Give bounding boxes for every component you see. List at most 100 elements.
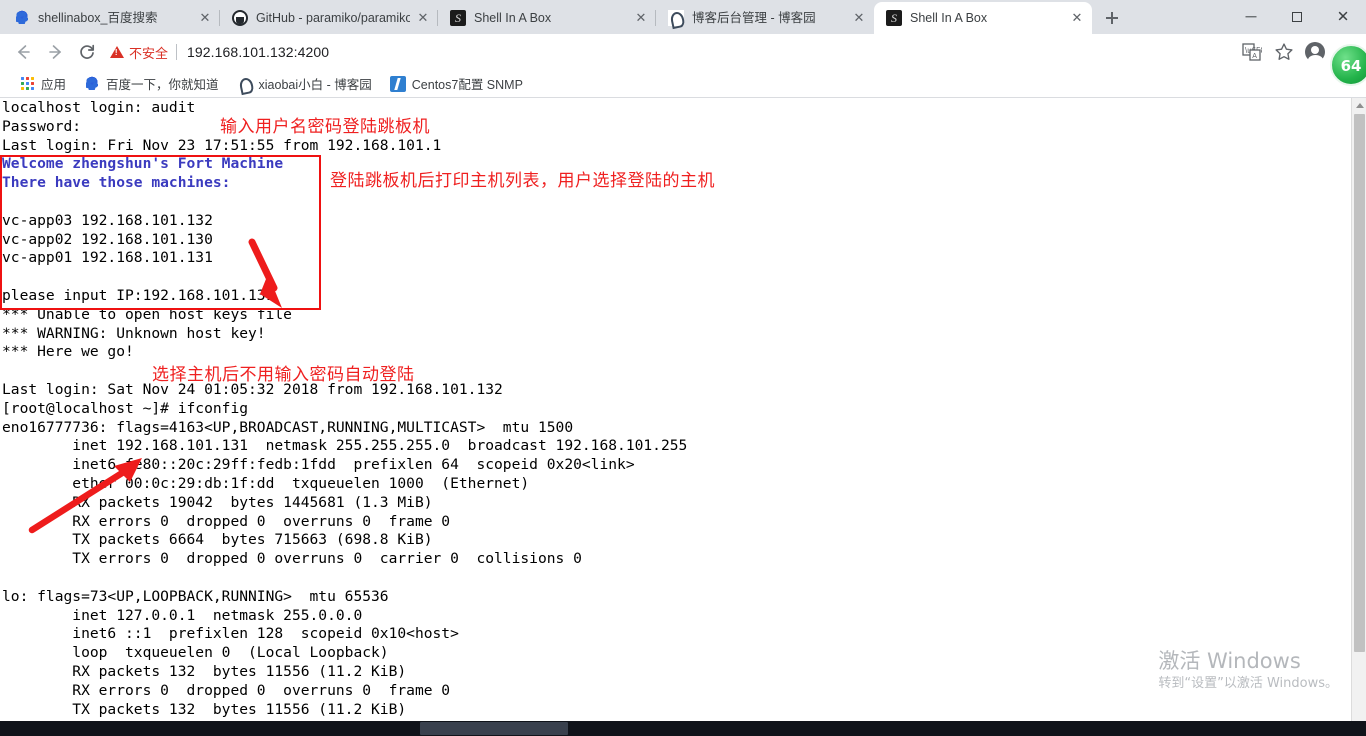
terminal-line: *** Unable to open host keys file [2,305,292,323]
tab-title: GitHub - paramiko/paramiko [256,11,410,25]
svg-text:A: A [1252,53,1257,60]
baidu-icon [84,75,101,92]
tab-shell-in-a-box-2-active[interactable]: Shell In A Box ✕ [874,2,1092,34]
terminal-line: TX packets 132 bytes 11556 (11.2 KiB) [2,700,407,718]
bookmark-xiaobai-cnblogs[interactable]: xiaobai小白 - 博客园 [228,73,381,95]
tab-shell-in-a-box-1[interactable]: Shell In A Box ✕ [438,2,656,34]
watermark-title: 激活 Windows [1158,649,1301,673]
terminal-line: *** WARNING: Unknown host key! [2,324,266,342]
tab-close-icon[interactable]: ✕ [632,9,650,27]
close-window-button[interactable]: ✕ [1320,0,1366,34]
maximize-button[interactable] [1274,0,1320,34]
terminal-line: RX packets 132 bytes 11556 (11.2 KiB) [2,662,407,680]
url-text: 192.168.101.132:4200 [187,44,330,60]
tab-title: shellinabox_百度搜索 [38,11,158,25]
terminal-line: vc-app03 192.168.101.132 [2,211,213,229]
terminal-line: eno16777736: flags=4163<UP,BROADCAST,RUN… [2,418,574,436]
terminal-line: RX packets 19042 bytes 1445681 (1.3 MiB) [2,493,433,511]
terminal-line: loop txqueuelen 0 (Local Loopback) [2,644,389,662]
tab-title: Shell In A Box [910,11,988,25]
security-warning-label: 不安全 [129,45,169,61]
tab-close-icon[interactable]: ✕ [1068,9,1086,27]
bookmark-label: Centos7配置 SNMP [411,78,523,92]
apps-grid-icon [19,76,35,92]
shellinabox-icon [450,10,466,26]
browser-toolbar: 不安全 192.168.101.132:4200 \u6587 A [0,34,1366,70]
window-controls: ✕ [1228,0,1366,34]
tab-shellinabox-baidu[interactable]: shellinabox_百度搜索 ✕ [2,2,220,34]
terminal-output[interactable]: localhost login: audit Password: Last logi… [0,98,1351,736]
close-icon: ✕ [1336,7,1350,26]
arrow-left-icon [17,45,30,59]
reload-icon [80,44,95,59]
vertical-scrollbar-thumb[interactable] [1354,114,1365,652]
terminal-line: vc-app02 192.168.101.130 [2,230,213,248]
tab-github-paramiko[interactable]: GitHub - paramiko/paramiko ✕ [220,2,438,34]
bookmark-apps[interactable]: 应用 [10,73,75,95]
bookmark-baidu[interactable]: 百度一下，你就知道 [75,73,228,95]
minimize-button[interactable] [1228,0,1274,34]
bookmark-centos7-snmp[interactable]: Centos7配置 SNMP [381,73,532,95]
translate-icon[interactable]: \u6587 A [1238,38,1266,66]
page-content: localhost login: audit Password: Last logi… [0,98,1366,736]
bookmark-label: xiaobai小白 - 博客园 [258,78,372,92]
tab-close-icon[interactable]: ✕ [850,9,868,27]
baidu-icon [14,10,30,26]
reload-button[interactable] [72,37,102,67]
extension-badge-64[interactable]: 64 [1330,44,1366,86]
star-icon[interactable] [1270,38,1298,66]
horizontal-scrollbar-thumb[interactable] [420,722,568,735]
annotation-login-jumpserver: 输入用户名密码登陆跳板机 [220,117,430,137]
terminal-line: inet6 fe80::20c:29ff:fedb:1fdd prefixlen… [2,456,635,474]
windows-activation-watermark: 激活 Windows 转到“设置”以激活 Windows。 [1158,648,1338,694]
terminal-line: please input IP:192.168.101.131 [2,286,275,304]
terminal-line: [root@localhost ~]# ifconfig [2,399,249,417]
tab-close-icon[interactable]: ✕ [196,9,214,27]
arrow-right-icon [49,45,62,59]
tab-title: Shell In A Box [474,11,552,25]
omnibox-divider [176,44,178,60]
cnblogs-icon [236,75,253,92]
address-bar[interactable]: 不安全 192.168.101.132:4200 [110,38,1226,66]
watermark-subtitle: 转到“设置”以激活 Windows。 [1158,676,1338,691]
shellinabox-icon [886,10,902,26]
terminal-line: inet 127.0.0.1 netmask 255.0.0.0 [2,606,363,624]
browser-window: shellinabox_百度搜索 ✕ GitHub - paramiko/par… [0,0,1366,736]
tab-close-icon[interactable]: ✕ [414,9,432,27]
warning-triangle-icon [110,46,124,58]
terminal-line: lo: flags=73<UP,LOOPBACK,RUNNING> mtu 65… [2,587,389,605]
terminal-line: ether 00:0c:29:db:1f:dd txqueuelen 1000 … [2,474,530,492]
bookmark-label: 百度一下，你就知道 [106,78,219,92]
terminal-line: localhost login: audit [2,99,196,116]
tab-title: 博客后台管理 - 博客园 [692,11,816,25]
terminal-line: Password: [2,117,82,135]
terminal-line: TX packets 6664 bytes 715663 (698.8 KiB) [2,531,433,549]
profile-avatar-icon[interactable] [1300,37,1330,67]
cnblogs-icon [668,10,684,26]
vertical-scrollbar[interactable] [1351,98,1366,736]
github-icon [232,10,248,26]
tab-strip: shellinabox_百度搜索 ✕ GitHub - paramiko/par… [0,0,1366,34]
taskbar [0,721,1366,736]
terminal-line: inet6 ::1 prefixlen 128 scopeid 0x10<hos… [2,625,459,643]
bookmarks-bar: 应用 百度一下，你就知道 xiaobai小白 - 博客园 Centos7配置 S… [0,70,1366,98]
terminal-line: RX errors 0 dropped 0 overruns 0 frame 0 [2,512,451,530]
annotation-host-list: 登陆跳板机后打印主机列表，用户选择登陆的主机 [330,171,715,191]
security-warning[interactable]: 不安全 [110,43,176,62]
back-button[interactable] [8,37,38,67]
annotation-auto-login: 选择主机后不用输入密码自动登陆 [152,365,415,385]
terminal-line: vc-app01 192.168.101.131 [2,249,213,267]
snmp-doc-icon [389,75,406,92]
terminal-line: TX errors 0 dropped 0 overruns 0 carrier… [2,550,582,568]
terminal-line: Last login: Fri Nov 23 17:51:55 from 192… [2,136,442,154]
terminal-line: RX errors 0 dropped 0 overruns 0 frame 0 [2,681,451,699]
scroll-up-arrow-icon[interactable] [1352,98,1366,113]
tab-cnblogs-admin[interactable]: 博客后台管理 - 博客园 ✕ [656,2,874,34]
bookmark-label: 应用 [41,78,67,92]
terminal-line: inet 192.168.101.131 netmask 255.255.255… [2,437,688,455]
forward-button[interactable] [40,37,70,67]
new-tab-button[interactable] [1098,4,1126,32]
